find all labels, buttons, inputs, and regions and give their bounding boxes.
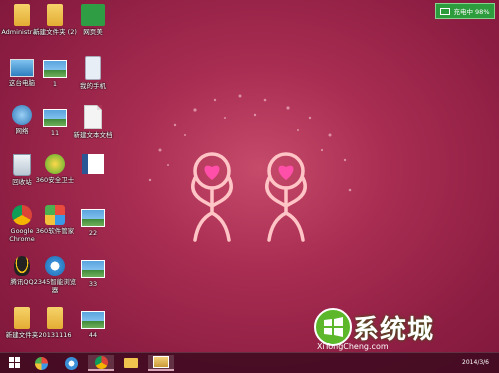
text-document-icon: [84, 105, 102, 129]
icon-label: 我的手机: [80, 82, 106, 90]
photo-viewer-icon: [153, 356, 169, 368]
desktop-icon-22[interactable]: 22: [71, 205, 115, 237]
desktop-icon-word-doc: [71, 154, 115, 174]
windows-logo-icon: [314, 308, 352, 346]
start-button[interactable]: [2, 355, 28, 371]
icon-label: 22: [88, 229, 98, 237]
computer-icon: [10, 59, 34, 77]
desktop-icon-web-beauty[interactable]: 网页美: [71, 4, 115, 36]
recycle-bin-icon: [13, 154, 31, 176]
desktop-icon-my-phone[interactable]: 我的手机: [71, 56, 115, 90]
taskbar-360-icon[interactable]: [28, 355, 54, 371]
folder-icon: [14, 307, 30, 329]
icon-label: 新建文本文档: [73, 131, 113, 139]
browser-icon: [64, 356, 78, 370]
image-icon: [81, 209, 105, 227]
browser-e-icon: [45, 256, 65, 276]
image-icon: [43, 109, 67, 127]
network-icon: [12, 105, 32, 125]
battery-status[interactable]: 充电中 98%: [435, 3, 495, 19]
folder-icon: [47, 4, 63, 26]
icon-label: 33: [88, 280, 98, 288]
taskbar-clock-date[interactable]: 2014/3/6: [462, 359, 489, 366]
icon-label: 360安全卫士: [35, 176, 75, 184]
word-document-icon: [82, 154, 104, 174]
watermark-brand: 系统城: [353, 315, 435, 345]
image-icon: [43, 60, 67, 78]
windows-start-icon: [9, 357, 20, 368]
user-folder-icon: [14, 4, 30, 26]
desktop-icon-33[interactable]: 33: [71, 256, 115, 288]
folder-icon: [124, 358, 138, 368]
desktop-icon-44[interactable]: 44: [71, 307, 115, 339]
360-software-icon: [45, 205, 65, 225]
icon-label: 网页美: [83, 28, 103, 36]
desktop-icon-new-text-doc[interactable]: 新建文本文档: [71, 105, 115, 139]
battery-label: 充电中 98%: [453, 8, 490, 16]
taskbar-ie-icon[interactable]: [58, 355, 84, 371]
taskbar-photo-icon[interactable]: [148, 355, 174, 371]
web-app-icon: [81, 4, 105, 26]
battery-icon: [440, 7, 451, 15]
icon-label: 44: [88, 331, 98, 339]
taskbar-explorer-icon[interactable]: [118, 355, 144, 371]
chrome-icon: [12, 205, 32, 225]
folder-icon: [47, 307, 63, 329]
chrome-icon: [94, 355, 108, 369]
image-icon: [81, 311, 105, 329]
360-icon: [34, 356, 48, 370]
360-shield-icon: [45, 154, 65, 174]
phone-icon: [85, 56, 101, 80]
watermark-logo: 系统城 XiTongCheng.com: [313, 305, 463, 351]
image-icon: [81, 260, 105, 278]
qq-penguin-icon: [14, 256, 30, 276]
watermark-url: XiTongCheng.com: [317, 342, 389, 351]
taskbar-chrome-icon[interactable]: [88, 355, 114, 371]
taskbar: 2014/3/6: [0, 352, 499, 373]
